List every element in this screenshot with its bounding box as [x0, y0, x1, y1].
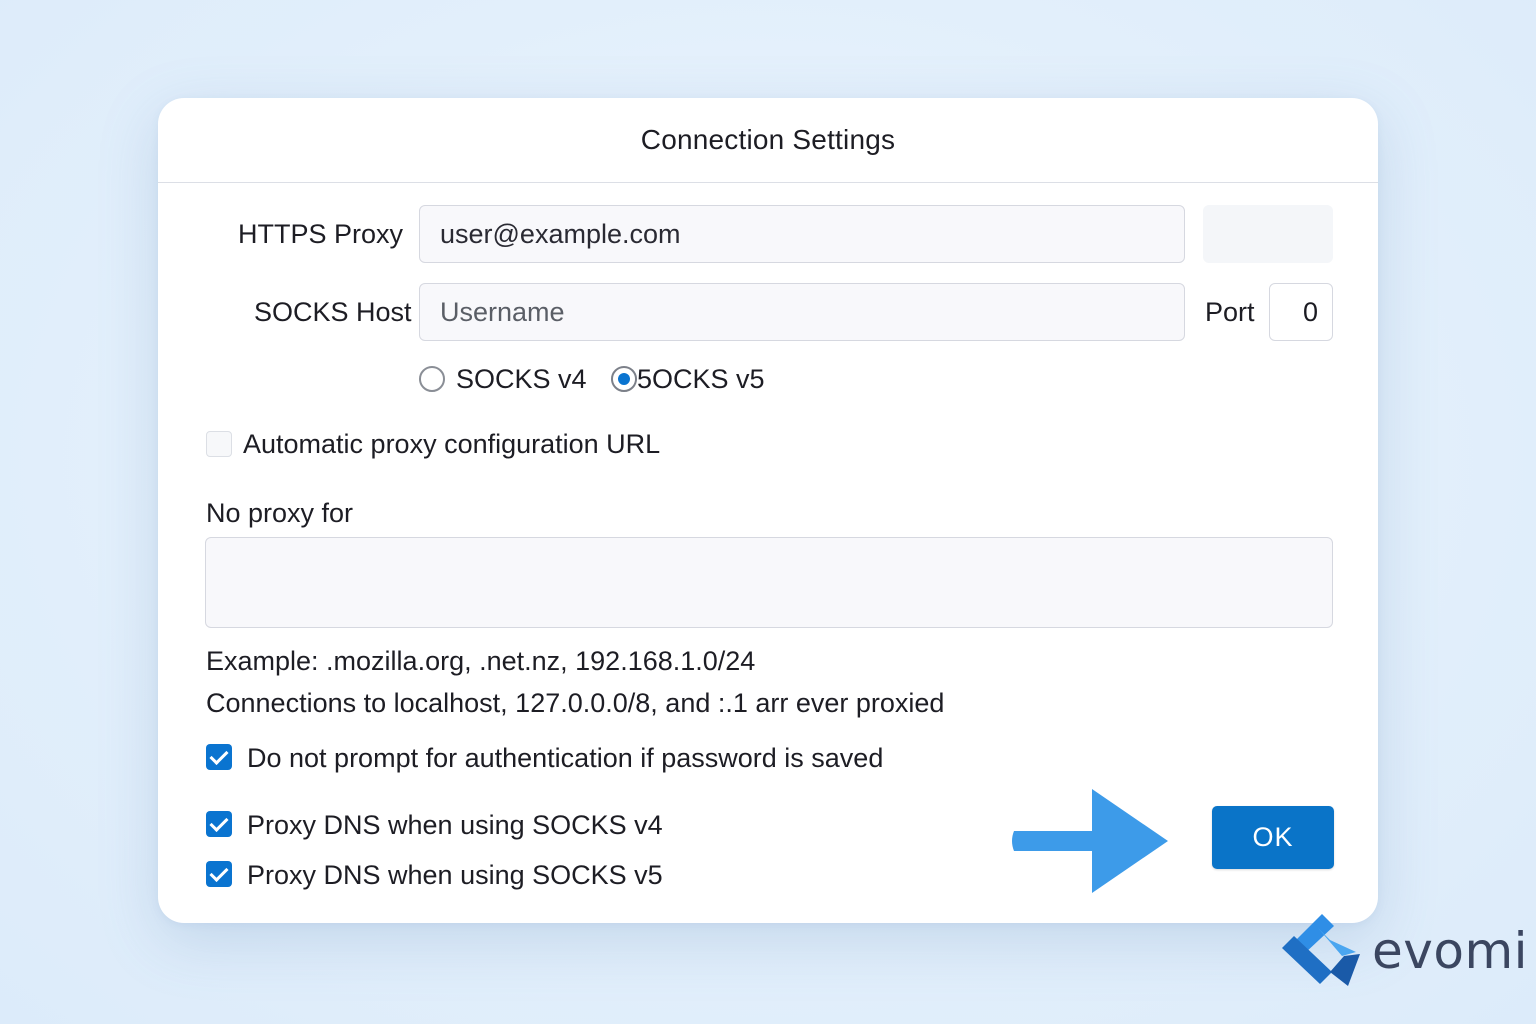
- arrow-right-icon: [1012, 789, 1168, 893]
- localhost-note: Connections to localhost, 127.0.0.0/8, a…: [206, 688, 945, 718]
- dialog-title: Connection Settings: [640, 124, 896, 155]
- evomi-logo: evomi: [1282, 914, 1528, 988]
- socks-v4-radio[interactable]: [419, 366, 445, 392]
- evomi-logo-icon: [1282, 914, 1360, 986]
- proxy-dns-socks4-label[interactable]: Proxy DNS when using SOCKS v4: [247, 810, 663, 841]
- no-proxy-textarea[interactable]: [205, 537, 1333, 628]
- proxy-dns-socks5-checkbox[interactable]: [206, 861, 232, 887]
- socks-port-input[interactable]: 0: [1269, 283, 1333, 341]
- dialog-header: Connection Settings: [158, 98, 1378, 183]
- ok-button[interactable]: OK: [1212, 806, 1334, 869]
- auto-proxy-checkbox[interactable]: [206, 431, 232, 457]
- proxy-dns-socks5-label[interactable]: Proxy DNS when using SOCKS v5: [247, 860, 663, 891]
- connection-settings-dialog: Connection Settings HTTPS Proxy user@exa…: [158, 98, 1378, 923]
- no-proxy-example: Example: .mozilla.org, .net.nz, 192.168.…: [206, 646, 756, 676]
- socks-host-label: SOCKS Host: [254, 297, 412, 327]
- evomi-wordmark: evomi: [1372, 922, 1529, 980]
- https-proxy-label: HTTPS Proxy: [238, 219, 404, 249]
- socks-host-input[interactable]: Username: [419, 283, 1185, 341]
- no-auth-prompt-checkbox[interactable]: [206, 744, 232, 770]
- no-proxy-label: No proxy for: [206, 498, 354, 528]
- socks-v5-label[interactable]: 5OCKS v5: [637, 364, 765, 395]
- no-auth-prompt-label[interactable]: Do not prompt for authentication if pass…: [247, 743, 883, 774]
- socks-v5-radio[interactable]: [611, 366, 637, 392]
- https-proxy-port-field[interactable]: [1203, 205, 1333, 263]
- socks-v4-label[interactable]: SOCKS v4: [456, 364, 587, 395]
- port-label: Port: [1205, 297, 1255, 327]
- https-proxy-input[interactable]: user@example.com: [419, 205, 1185, 263]
- auto-proxy-label[interactable]: Automatic proxy configuration URL: [243, 429, 660, 460]
- proxy-dns-socks4-checkbox[interactable]: [206, 811, 232, 837]
- screenshot-stage: Connection Settings HTTPS Proxy user@exa…: [0, 0, 1536, 1024]
